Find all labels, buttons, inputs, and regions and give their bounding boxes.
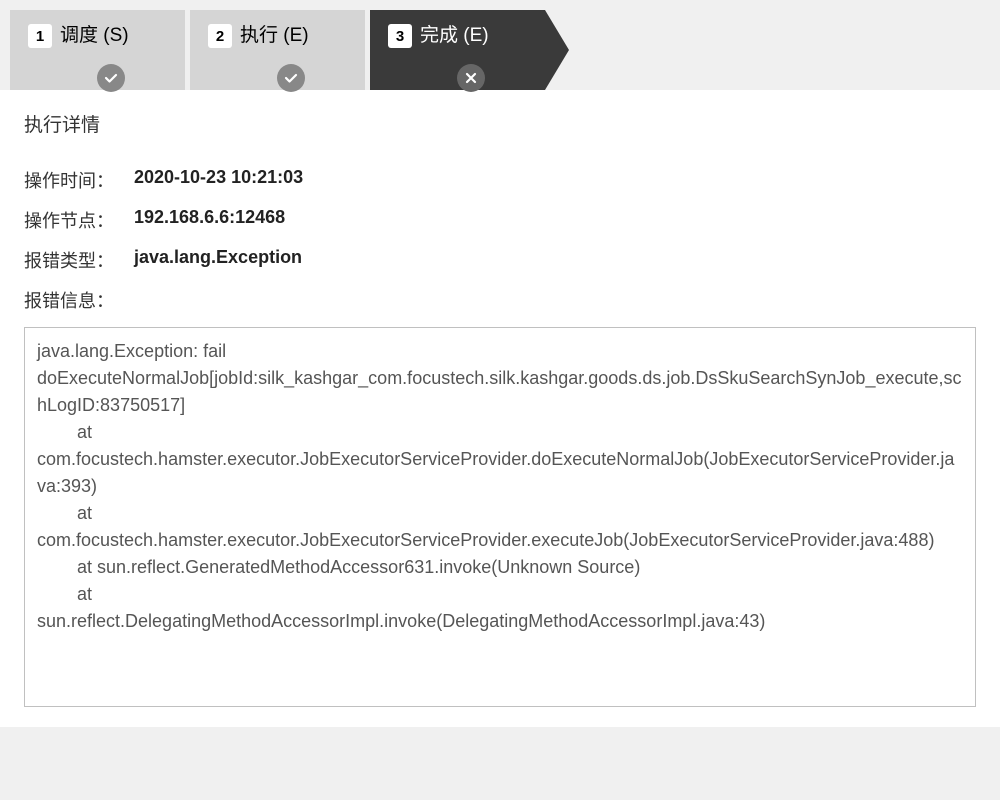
close-icon <box>457 64 485 92</box>
check-icon <box>97 64 125 92</box>
tab-number: 1 <box>28 24 52 48</box>
detail-label: 操作时间： <box>24 167 134 193</box>
detail-label: 报错信息： <box>24 287 134 313</box>
detail-value: 2020-10-23 10:21:03 <box>134 167 303 193</box>
tab-schedule[interactable]: 1 调度 (S) <box>10 10 185 90</box>
tab-label: 调度 (S) <box>60 24 129 48</box>
tab-complete[interactable]: 3 完成 (E) <box>370 10 545 90</box>
detail-row-error-type: 报错类型： java.lang.Exception <box>24 247 976 273</box>
tab-number: 3 <box>388 24 412 48</box>
tab-execute[interactable]: 2 执行 (E) <box>190 10 365 90</box>
section-title: 执行详情 <box>24 110 976 137</box>
detail-label: 报错类型： <box>24 247 134 273</box>
check-icon <box>277 64 305 92</box>
tab-number: 2 <box>208 24 232 48</box>
tab-label: 执行 (E) <box>240 24 309 48</box>
detail-value: java.lang.Exception <box>134 247 302 273</box>
detail-row-node: 操作节点： 192.168.6.6:12468 <box>24 207 976 233</box>
detail-value: 192.168.6.6:12468 <box>134 207 285 233</box>
tab-label: 完成 (E) <box>420 24 489 48</box>
detail-label: 操作节点： <box>24 207 134 233</box>
error-message-box[interactable]: java.lang.Exception: fail doExecuteNorma… <box>24 327 976 707</box>
content-panel: 执行详情 操作时间： 2020-10-23 10:21:03 操作节点： 192… <box>0 90 1000 727</box>
detail-row-error-info-label: 报错信息： <box>24 287 976 313</box>
tabs-bar: 1 调度 (S) 2 执行 (E) 3 完成 (E) <box>0 0 1000 90</box>
detail-row-time: 操作时间： 2020-10-23 10:21:03 <box>24 167 976 193</box>
